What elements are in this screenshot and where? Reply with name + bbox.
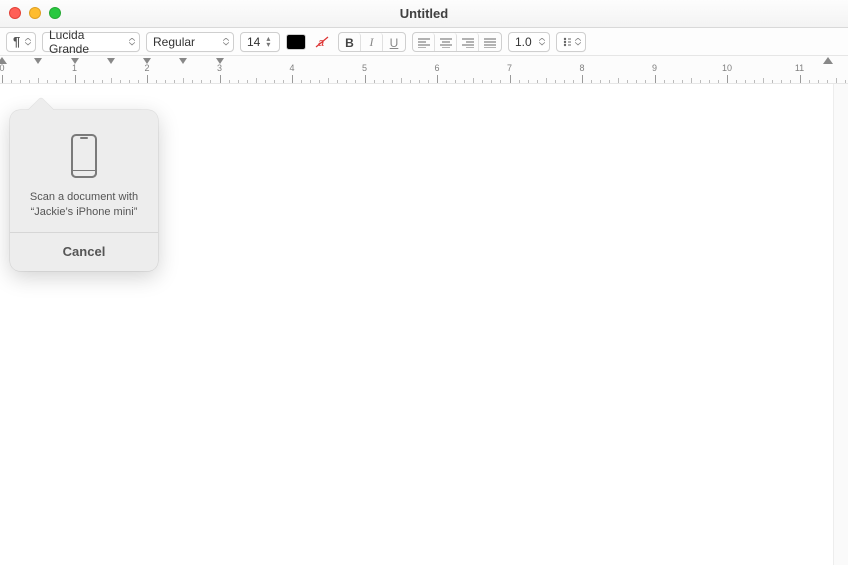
vertical-scrollbar[interactable] xyxy=(833,84,848,565)
right-margin-marker[interactable] xyxy=(823,57,833,64)
alignment-group xyxy=(412,32,502,52)
align-left-button[interactable] xyxy=(413,33,435,52)
line-spacing-value: 1.0 xyxy=(515,35,532,49)
ruler-label: 2 xyxy=(144,63,149,73)
window-titlebar: Untitled xyxy=(0,0,848,28)
ruler-label: 10 xyxy=(722,63,732,73)
minimize-window-button[interactable] xyxy=(29,7,41,19)
window-title: Untitled xyxy=(0,6,848,21)
stepper-icon: ▴▾ xyxy=(266,36,270,48)
iphone-icon xyxy=(71,134,97,178)
popover-message: Scan a document with “Jackie’s iPhone mi… xyxy=(10,188,158,232)
font-size-stepper[interactable]: 14 ▴▾ xyxy=(240,32,280,52)
font-style-label: Regular xyxy=(153,35,195,49)
bold-button[interactable]: B xyxy=(339,33,361,52)
tab-stop-marker[interactable] xyxy=(179,58,187,64)
popover-line-1: Scan a document with xyxy=(20,190,148,205)
horizontal-ruler[interactable]: 0 1 2 3 4 5 6 7 8 9 10 11 xyxy=(0,56,848,84)
ruler-label: 1 xyxy=(72,63,77,73)
font-family-label: Lucida Grande xyxy=(49,28,125,56)
ruler-label: 3 xyxy=(217,63,222,73)
traffic-lights xyxy=(9,7,61,19)
bullet-list-icon xyxy=(563,37,571,47)
paragraph-style-select[interactable]: ¶ xyxy=(6,32,36,52)
align-right-button[interactable] xyxy=(457,33,479,52)
popover-footer: Cancel xyxy=(10,232,158,271)
ruler-ticks: 01234567891011 xyxy=(0,67,848,83)
format-toolbar: ¶ Lucida Grande Regular 14 ▴▾ a B I U 1.… xyxy=(0,28,848,56)
ruler-label: 0 xyxy=(0,63,5,73)
continuity-camera-popover: Scan a document with “Jackie’s iPhone mi… xyxy=(10,110,158,271)
text-style-group: B I U xyxy=(338,32,406,52)
ruler-label: 7 xyxy=(507,63,512,73)
pilcrow-icon: ¶ xyxy=(13,35,20,48)
underline-button[interactable]: U xyxy=(383,33,405,52)
text-color-swatch[interactable] xyxy=(286,34,306,50)
ruler-label: 4 xyxy=(289,63,294,73)
tab-stop-marker[interactable] xyxy=(34,58,42,64)
clear-formatting-button[interactable]: a xyxy=(312,32,332,52)
line-spacing-select[interactable]: 1.0 xyxy=(508,32,550,52)
list-style-select[interactable] xyxy=(556,32,586,52)
ruler-label: 11 xyxy=(795,63,804,73)
zoom-window-button[interactable] xyxy=(49,7,61,19)
ruler-label: 5 xyxy=(362,63,367,73)
font-size-value: 14 xyxy=(247,35,260,49)
close-window-button[interactable] xyxy=(9,7,21,19)
align-center-button[interactable] xyxy=(435,33,457,52)
align-justify-button[interactable] xyxy=(479,33,501,52)
cancel-button[interactable]: Cancel xyxy=(63,244,106,259)
ruler-label: 6 xyxy=(434,63,439,73)
font-style-select[interactable]: Regular xyxy=(146,32,234,52)
italic-button[interactable]: I xyxy=(361,33,383,52)
popover-line-2: “Jackie’s iPhone mini” xyxy=(20,205,148,220)
ruler-label: 9 xyxy=(652,63,657,73)
tab-stop-marker[interactable] xyxy=(107,58,115,64)
font-family-select[interactable]: Lucida Grande xyxy=(42,32,140,52)
ruler-label: 8 xyxy=(579,63,584,73)
